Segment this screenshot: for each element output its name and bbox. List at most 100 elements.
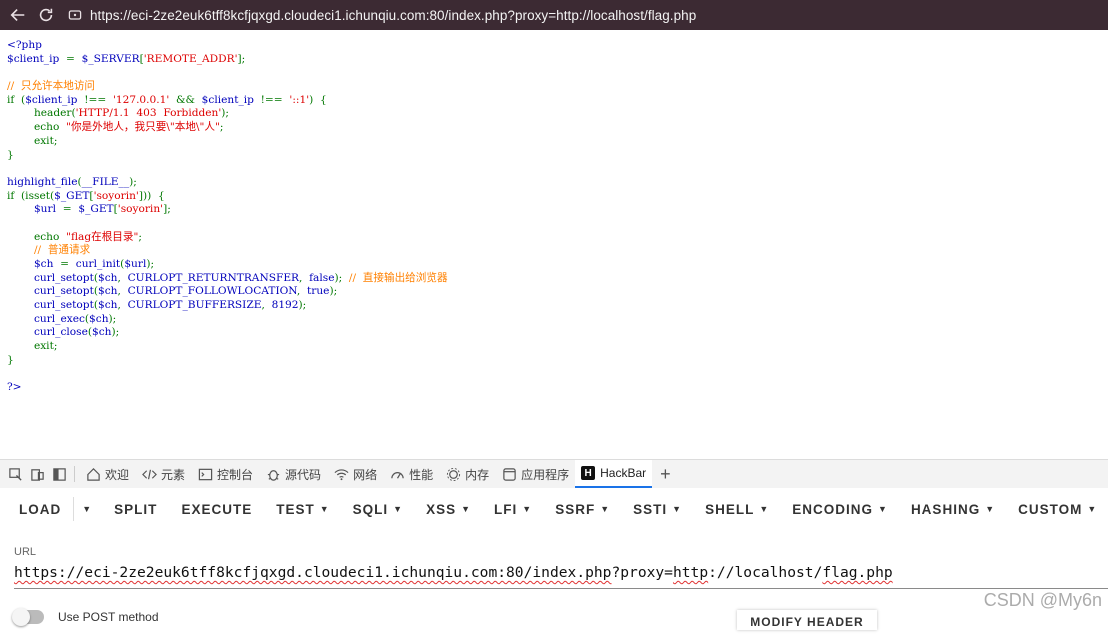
code-token: $ch xyxy=(97,271,118,284)
address-bar[interactable]: https://eci-2ze2euk6tff8kcfjqxgd.cloudec… xyxy=(66,0,696,30)
dock-side-icon[interactable] xyxy=(48,463,70,485)
sqli-button[interactable]: SQLI ▼ xyxy=(341,489,414,529)
inspect-icon[interactable] xyxy=(4,463,26,485)
devtools-tab-label: 源代码 xyxy=(285,467,322,482)
button-label: SPLIT xyxy=(114,501,158,517)
code-line: curl_exec($ch); xyxy=(7,313,448,327)
site-info-icon[interactable] xyxy=(66,6,84,24)
add-tab-icon[interactable]: + xyxy=(652,464,679,485)
home-icon xyxy=(85,466,101,482)
load-dropdown-icon[interactable]: ▼ xyxy=(73,497,102,521)
code-token: = xyxy=(55,203,79,216)
code-token: curl_close xyxy=(7,326,88,339)
chevron-down-icon: ▼ xyxy=(319,504,329,514)
code-line: ?> xyxy=(7,381,448,395)
encoding-button[interactable]: ENCODING ▼ xyxy=(780,489,899,529)
devtools-tab-app-window[interactable]: 应用程序 xyxy=(495,460,575,488)
code-token: $client_ip xyxy=(25,93,78,106)
code-token: exit; xyxy=(7,134,58,147)
code-token: ); xyxy=(129,175,137,188)
button-label: TEST xyxy=(276,501,315,517)
chevron-down-icon: ▼ xyxy=(1087,504,1097,514)
url-part: ?proxy= xyxy=(611,564,673,581)
custom-button[interactable]: CUSTOM ▼ xyxy=(1006,489,1108,529)
devtools-tab-home[interactable]: 欢迎 xyxy=(79,460,135,488)
browser-toolbar: https://eci-2ze2euk6tff8kcfjqxgd.cloudec… xyxy=(0,0,1108,30)
button-label: SSRF xyxy=(555,501,596,517)
code-line: echo "flag在根目录"; xyxy=(7,231,448,245)
load-button[interactable]: LOAD xyxy=(7,489,73,529)
devtools-tab-wifi[interactable]: 网络 xyxy=(327,460,383,488)
ssti-button[interactable]: SSTI ▼ xyxy=(621,489,693,529)
devtools-tab-console[interactable]: 控制台 xyxy=(191,460,259,488)
devtools-tab-chip[interactable]: 内存 xyxy=(439,460,495,488)
code-token: , xyxy=(117,271,128,284)
hackbar-logo-icon: H xyxy=(581,466,596,480)
code-token: // 只允许本地访问 xyxy=(7,80,96,93)
devtools-tab-hackbar-logo[interactable]: H HackBar xyxy=(575,460,653,488)
devtools-tab-code-brackets[interactable]: 元素 xyxy=(135,460,191,488)
device-emulation-icon[interactable] xyxy=(26,463,48,485)
code-line: $url = $_GET['soyorin']; xyxy=(7,203,448,217)
devtools-tab-label: 应用程序 xyxy=(521,467,570,482)
url-textarea[interactable]: https://eci-2ze2euk6tff8kcfjqxgd.cloudec… xyxy=(14,564,1108,589)
button-label: LFI xyxy=(494,501,518,517)
ssrf-button[interactable]: SSRF ▼ xyxy=(543,489,621,529)
code-token: 'soyorin' xyxy=(117,203,164,216)
chevron-down-icon: ▼ xyxy=(600,504,610,514)
back-button[interactable] xyxy=(4,1,32,29)
code-token: echo xyxy=(7,121,67,134)
code-token: true xyxy=(307,285,330,298)
xss-button[interactable]: XSS ▼ xyxy=(414,489,482,529)
code-line: if ($client_ip !== '127.0.0.1' && $clien… xyxy=(7,94,448,108)
split-button[interactable]: SPLIT xyxy=(102,489,169,529)
code-token: ; xyxy=(219,121,224,134)
devtools-tab-gauge[interactable]: 性能 xyxy=(383,460,439,488)
execute-button[interactable]: EXECUTE xyxy=(169,489,264,529)
code-line: curl_setopt($ch, CURLOPT_BUFFERSIZE, 819… xyxy=(7,299,448,313)
shell-button[interactable]: SHELL ▼ xyxy=(693,489,780,529)
code-token: $_GET xyxy=(54,189,90,202)
code-token: , xyxy=(299,271,310,284)
button-label: ENCODING xyxy=(792,501,874,517)
code-token: exit; xyxy=(7,340,58,353)
hashing-button[interactable]: HASHING ▼ xyxy=(899,489,1006,529)
devtools-tab-label: 控制台 xyxy=(217,467,254,482)
code-token: curl_setopt xyxy=(7,271,94,284)
address-url[interactable]: https://eci-2ze2euk6tff8kcfjqxgd.cloudec… xyxy=(90,8,696,23)
code-token: curl_setopt xyxy=(7,299,94,312)
modify-header-button[interactable]: MODIFY HEADER xyxy=(737,610,877,630)
code-token: // 直接输出给浏览器 xyxy=(348,271,448,284)
button-label: CUSTOM xyxy=(1018,501,1083,517)
code-token: ]; xyxy=(237,52,246,65)
watermark: CSDN @My6n xyxy=(983,590,1102,610)
code-token: highlight_file xyxy=(7,175,78,188)
url-label: URL xyxy=(14,546,37,558)
php-source-code: <?php $client_ip = $_SERVER['REMOTE_ADDR'… xyxy=(7,39,448,395)
code-token: $_SERVER xyxy=(81,52,140,65)
chevron-down-icon: ▼ xyxy=(393,504,403,514)
wifi-icon xyxy=(333,466,349,482)
code-token: "flag在根目录" xyxy=(66,230,139,243)
code-line: } xyxy=(7,149,448,163)
test-button[interactable]: TEST ▼ xyxy=(264,489,340,529)
devtools-tab-label: 元素 xyxy=(161,467,186,482)
code-token: CURLOPT_FOLLOWLOCATION xyxy=(127,285,297,298)
code-token: $ch xyxy=(7,258,54,270)
code-token: // 普通请求 xyxy=(7,244,91,257)
devtools-tab-bug[interactable]: 源代码 xyxy=(259,460,327,488)
code-token: ); xyxy=(108,312,117,325)
button-label: SHELL xyxy=(705,501,755,517)
lfi-button[interactable]: LFI ▼ xyxy=(482,489,543,529)
code-line: exit; xyxy=(7,135,448,149)
load-button-group: LOAD ▼ xyxy=(7,489,102,529)
code-token: '::1' xyxy=(289,93,310,106)
button-label: SSTI xyxy=(633,501,668,517)
reload-button[interactable] xyxy=(32,1,60,29)
code-token: ); xyxy=(334,271,349,284)
code-token: ]; xyxy=(163,203,171,216)
code-token: } xyxy=(7,353,14,366)
code-line: <?php xyxy=(7,39,448,53)
